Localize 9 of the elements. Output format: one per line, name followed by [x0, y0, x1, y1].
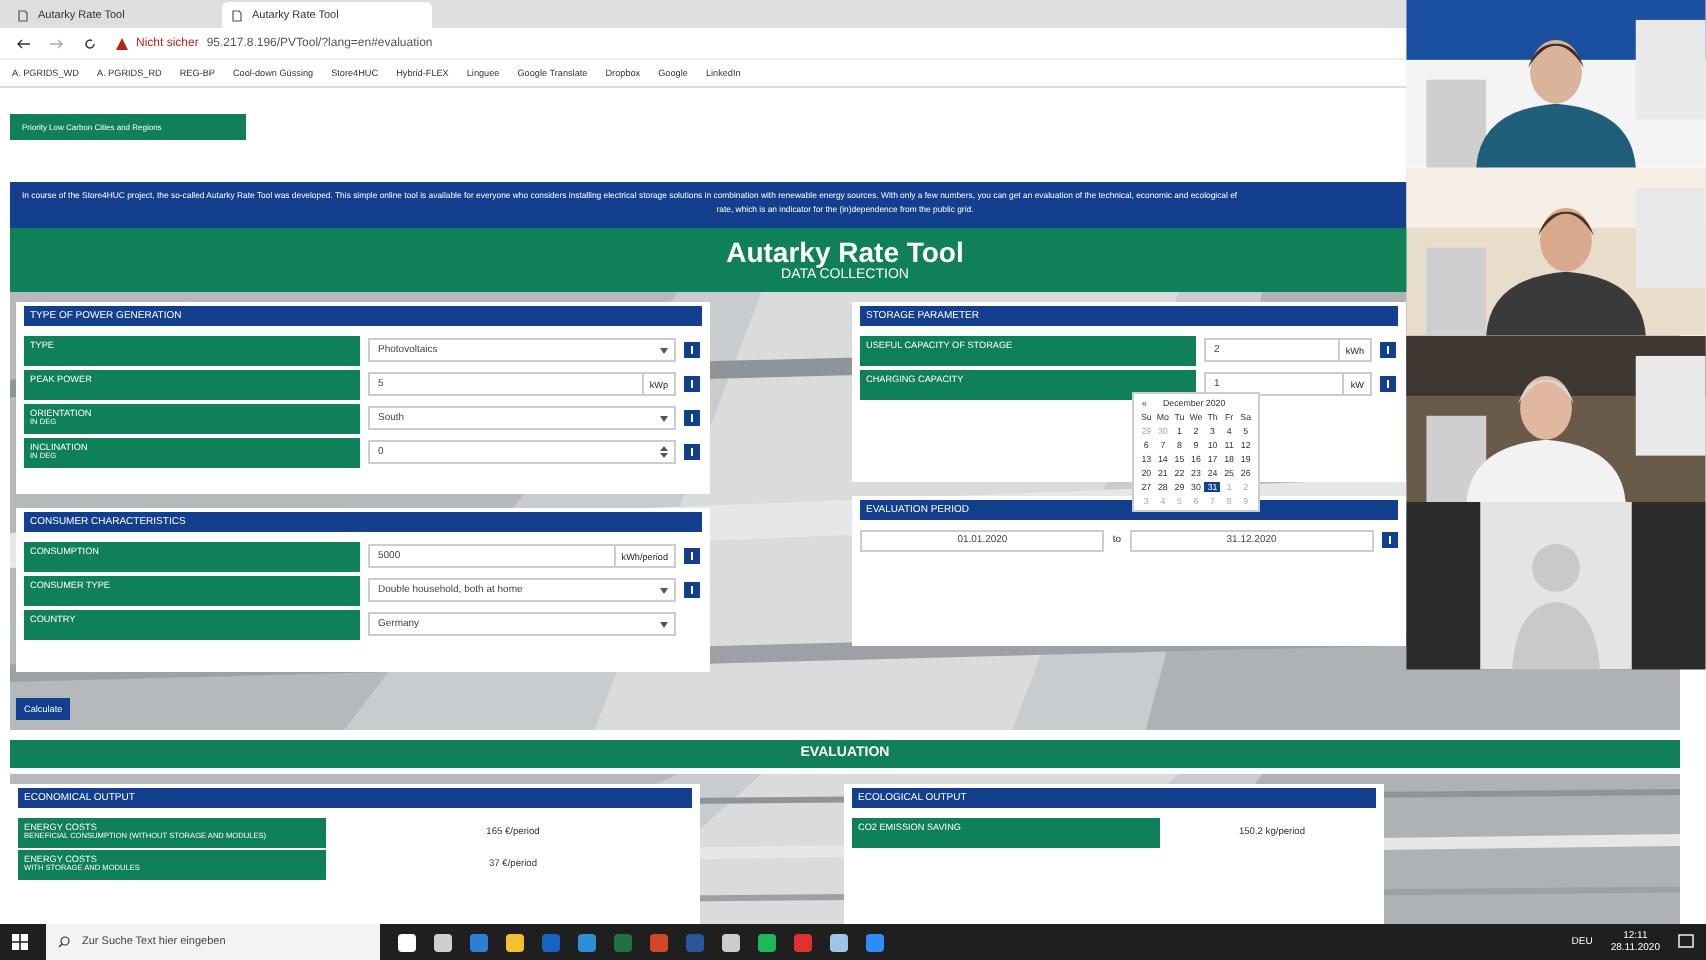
page-icon: [232, 9, 242, 21]
reload-icon[interactable]: [84, 37, 96, 49]
page-icon: [18, 9, 28, 21]
back-icon[interactable]: [16, 37, 30, 49]
warning-icon: [116, 37, 128, 49]
page-title: Autarky Rate Tool: [726, 236, 964, 269]
search-icon: [58, 936, 70, 948]
notification-icon[interactable]: [1678, 934, 1694, 950]
windows-icon[interactable]: [12, 934, 28, 950]
